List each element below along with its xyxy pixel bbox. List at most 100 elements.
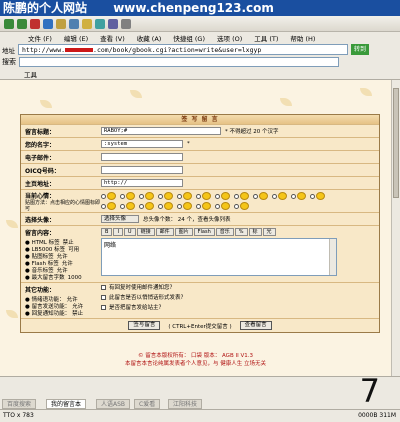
mood-face-icon[interactable] <box>202 192 211 200</box>
tools-label[interactable]: 工具 <box>24 69 37 79</box>
mood-radio[interactable] <box>120 193 125 199</box>
search-input[interactable] <box>19 57 339 67</box>
menu-favorites[interactable]: 收藏 (A) <box>137 33 162 43</box>
mood-face-icon[interactable] <box>126 202 135 210</box>
mood-radio[interactable] <box>215 203 220 209</box>
mood-face-icon[interactable] <box>183 192 192 200</box>
menu-file[interactable]: 文件 (F) <box>28 33 52 43</box>
mood-radio[interactable] <box>234 203 239 209</box>
ubb-button[interactable]: 图片 <box>174 228 193 236</box>
menu-options[interactable]: 选项 (O) <box>217 33 242 43</box>
send-owner-checkbox[interactable] <box>101 305 106 310</box>
mood-face-icon[interactable] <box>240 202 249 210</box>
forward-icon[interactable] <box>17 18 27 29</box>
ubb-button[interactable]: 标 <box>248 228 262 236</box>
ubb-button[interactable]: 链接 <box>136 228 155 236</box>
ubb-button[interactable]: 邮件 <box>155 228 174 236</box>
ubb-button[interactable]: 音乐 <box>215 228 234 236</box>
mood-face-icon[interactable] <box>183 202 192 210</box>
avatar-select[interactable]: 选择头像 <box>101 215 139 223</box>
homepage-row: 主页地址： http:// <box>21 176 379 189</box>
mood-face-icon[interactable] <box>221 192 230 200</box>
mood-radio[interactable] <box>139 193 144 199</box>
go-button[interactable]: 转到 <box>351 44 369 55</box>
whisper-checkbox[interactable] <box>101 295 106 300</box>
mood-face-icon[interactable] <box>107 192 116 200</box>
mood-radio[interactable] <box>272 193 277 199</box>
mood-radio[interactable] <box>158 193 163 199</box>
mood-radio[interactable] <box>158 203 163 209</box>
mood-face-icon[interactable] <box>145 202 154 210</box>
name-input[interactable]: :system <box>101 140 183 148</box>
mood-label: 当前心情： <box>25 192 56 200</box>
oicq-input[interactable] <box>101 166 183 174</box>
history-icon[interactable] <box>95 18 105 29</box>
mood-radio[interactable] <box>234 193 239 199</box>
avatar-info[interactable]: 总头像个数： 24 个，查看头像列表 <box>143 215 231 223</box>
mood-radio[interactable] <box>177 203 182 209</box>
email-notify-checkbox[interactable] <box>101 285 106 290</box>
view-button[interactable]: 查看留言 <box>239 321 272 330</box>
tab-aikan[interactable]: C爱看 <box>134 399 161 409</box>
ubb-button[interactable]: % <box>234 228 248 236</box>
menu-help[interactable]: 帮助 (H) <box>290 33 315 43</box>
mood-radio[interactable] <box>101 193 106 199</box>
subject-input[interactable]: RABOY;# <box>101 127 221 135</box>
mood-face-icon[interactable] <box>259 192 268 200</box>
leaf-decoration <box>360 88 372 96</box>
page-scrollbar[interactable] <box>391 80 400 376</box>
mood-radio[interactable] <box>196 193 201 199</box>
mood-face-icon[interactable] <box>164 202 173 210</box>
content-textarea[interactable]: 网络 <box>101 238 337 276</box>
mood-face-icon[interactable] <box>316 192 325 200</box>
tab-jiangyang[interactable]: 江阳科技 <box>168 399 203 409</box>
stop-icon[interactable] <box>30 18 40 29</box>
mood-radio[interactable] <box>196 203 201 209</box>
ubb-button[interactable]: U <box>123 228 136 236</box>
mood-face-icon[interactable] <box>145 192 154 200</box>
home-icon[interactable] <box>56 18 66 29</box>
mood-face-icon[interactable] <box>278 192 287 200</box>
menu-view[interactable]: 查看 (V) <box>100 33 125 43</box>
favorites-icon[interactable] <box>82 18 92 29</box>
submit-hint: ( CTRL+Enter提交留言 ) <box>168 323 232 330</box>
ubb-button[interactable]: B <box>101 228 113 236</box>
menu-tools[interactable]: 工具 (T) <box>254 33 278 43</box>
mood-face-icon[interactable] <box>164 192 173 200</box>
back-icon[interactable] <box>4 18 14 29</box>
print-icon[interactable] <box>121 18 131 29</box>
mood-radio[interactable] <box>291 193 296 199</box>
tab-baidu[interactable]: 百度搜索 <box>2 399 37 409</box>
ubb-button[interactable]: Flash <box>193 228 215 236</box>
mood-radio[interactable] <box>177 193 182 199</box>
ubb-button[interactable]: 光 <box>262 228 276 236</box>
mood-face-icon[interactable] <box>202 202 211 210</box>
watermark-banner: 陈鹏的个人网站 www.chenpeng123.com <box>0 0 400 16</box>
mood-radio[interactable] <box>101 203 106 209</box>
submit-button[interactable]: 签写留言 <box>128 321 161 330</box>
mood-face-icon[interactable] <box>126 192 135 200</box>
tab-guestbook[interactable]: 我的留言本 <box>46 399 87 409</box>
mood-face-icon[interactable] <box>107 202 116 210</box>
homepage-input[interactable]: http:// <box>101 179 183 187</box>
mood-face-icon[interactable] <box>297 192 306 200</box>
textarea-scrollbar[interactable] <box>329 239 336 275</box>
search-icon[interactable] <box>69 18 79 29</box>
mood-radio[interactable] <box>215 193 220 199</box>
mood-radio[interactable] <box>120 203 125 209</box>
ubb-button[interactable]: I <box>113 228 123 236</box>
mood-radio[interactable] <box>139 203 144 209</box>
mood-face-icon[interactable] <box>240 192 249 200</box>
menu-edit[interactable]: 编辑 (E) <box>64 33 88 43</box>
page-footer: © 留言本版权所有： 口袋 版本： AGB II V1.3 本留言本言论纯属发表… <box>0 352 391 368</box>
refresh-icon[interactable] <box>43 18 53 29</box>
tab-agb[interactable]: 人语ASB <box>96 399 131 409</box>
email-input[interactable] <box>101 153 183 161</box>
scrollbar-thumb[interactable] <box>393 88 399 198</box>
menu-groups[interactable]: 快捷组 (G) <box>173 33 205 43</box>
mail-icon[interactable] <box>108 18 118 29</box>
mood-radio[interactable] <box>253 193 258 199</box>
mood-radio[interactable] <box>310 193 315 199</box>
mood-face-icon[interactable] <box>221 202 230 210</box>
address-input[interactable]: http://www. .com/book/gbook.cgi?action=wr… <box>18 44 348 55</box>
